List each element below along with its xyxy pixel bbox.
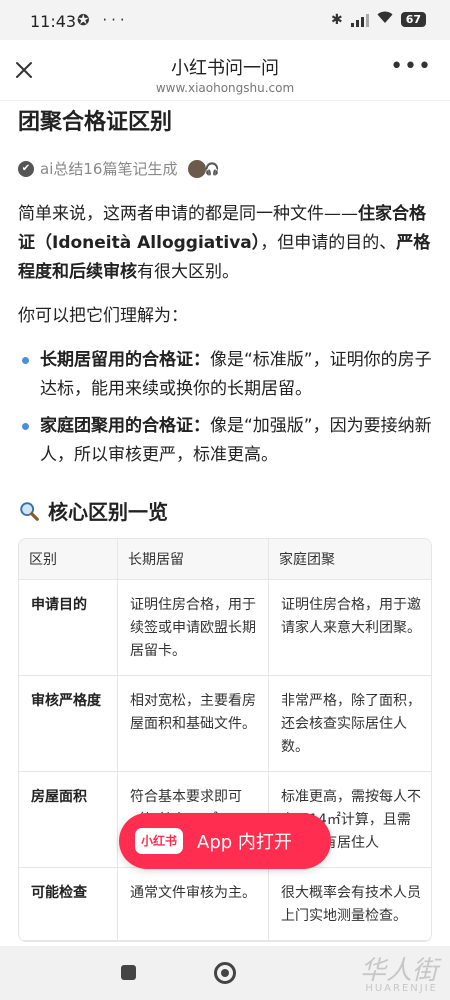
bullet-list: 长期居留用的合格证：像是“标准版”，证明你的房子达标，能用来续或换你的长期居留。… (18, 346, 432, 478)
watermark-en: HUARENJIE (365, 983, 438, 994)
row-header: 申请目的 (19, 579, 118, 676)
wifi-icon (377, 11, 393, 28)
intro-text: ，但申请的目的、 (260, 233, 397, 253)
column-header: 长期居留 (117, 539, 269, 580)
comparison-table: 区别 长期居留 家庭团聚 申请目的 证明住房合格，用于续签或申请欧盟长期居留卡。… (18, 538, 432, 942)
bullet-dot (22, 423, 29, 430)
signal-icon (350, 13, 369, 27)
system-nav-bar: 华人街 HUARENJIE (0, 946, 450, 1000)
table-cell: 证明住房合格，用于续签或申请欧盟长期居留卡。 (117, 579, 269, 676)
watermark: 华人街 HUARENJIE (360, 950, 438, 994)
table-header-row: 区别 长期居留 家庭团聚 (19, 539, 431, 580)
table-row: 审核严格度 相对宽松，主要看房屋面积和基础文件。 非常严格，除了面积，还会核查实… (19, 675, 431, 772)
understand-paragraph: 你可以把它们理解为： (18, 306, 188, 326)
bullet-label: 长期居留用的合格证： (40, 350, 210, 370)
bullet-dot (22, 357, 29, 364)
recents-button[interactable] (121, 965, 136, 980)
magnifier-icon (20, 501, 39, 521)
table-cell: 证明住房合格，用于邀请家人来意大利团聚。 (268, 579, 431, 676)
row-header: 房屋面积 (19, 771, 118, 868)
open-in-app-button[interactable]: 小红书 App 内打开 (119, 813, 331, 869)
status-bar: 11:43 ✪ ··· ✱ 67 (0, 0, 450, 40)
bluetooth-icon: ✱ (330, 11, 343, 28)
notification-icons: ✪ ··· (77, 11, 129, 29)
column-header: 家庭团聚 (268, 539, 431, 580)
check-icon: ✔ (18, 160, 34, 177)
table-cell: 很大概率会有技术人员上门实地测量检查。 (268, 867, 431, 941)
nav-url: www.xiaohongshu.com (155, 81, 295, 95)
table-cell: 非常严格，除了面积，还会核查实际居住人数。 (268, 675, 431, 772)
intro-text: 简单来说，这两者申请的都是同一种文件—— (18, 204, 358, 224)
home-button[interactable] (214, 962, 236, 984)
row-header: 审核严格度 (19, 675, 118, 772)
watermark-cn: 华人街 (359, 956, 438, 986)
nav-title: 小红书问一问 (171, 58, 279, 79)
table-cell: 通常文件审核为主。 (117, 867, 269, 941)
column-header: 区别 (19, 539, 118, 580)
note-avatars[interactable]: 🎧 (187, 158, 220, 179)
table-row: 可能检查 通常文件审核为主。 很大概率会有技术人员上门实地测量检查。 (19, 867, 431, 941)
section-title: 核心区别一览 (18, 496, 168, 525)
battery-icon: 67 (400, 12, 426, 27)
row-header: 可能检查 (19, 867, 118, 941)
source-line: ✔ ai总结16篇笔记生成 🎧 (18, 158, 220, 179)
status-right: ✱ 67 (331, 11, 426, 28)
intro-paragraph: 简单来说，这两者申请的都是同一种文件——住家合格证（Idoneità Allog… (18, 200, 432, 287)
nav-bar: 小红书问一问 www.xiaohongshu.com ••• (0, 40, 450, 101)
table-row: 申请目的 证明住房合格，用于续签或申请欧盟长期居留卡。 证明住房合格，用于邀请家… (19, 579, 431, 676)
list-item: 家庭团聚用的合格证：像是“加强版”，因为要接纳新人，所以审核更严，标准更高。 (18, 412, 432, 470)
bullet-label: 家庭团聚用的合格证： (40, 416, 210, 436)
headphones-icon: 🎧 (204, 161, 220, 176)
page-title: 团聚合格证区别 (18, 110, 173, 135)
open-in-app-label: App 内打开 (197, 832, 292, 853)
table-cell: 相对宽松，主要看房屋面积和基础文件。 (117, 675, 269, 772)
section-title-text: 核心区别一览 (48, 500, 168, 524)
xiaohongshu-logo: 小红书 (135, 828, 183, 854)
more-icon[interactable]: ••• (390, 56, 432, 78)
source-text[interactable]: ai总结16篇笔记生成 (40, 158, 177, 179)
list-item: 长期居留用的合格证：像是“标准版”，证明你的房子达标，能用来续或换你的长期居留。 (18, 346, 432, 404)
status-time: 11:43 (30, 12, 77, 31)
intro-text: 有很大区别。 (137, 262, 239, 282)
